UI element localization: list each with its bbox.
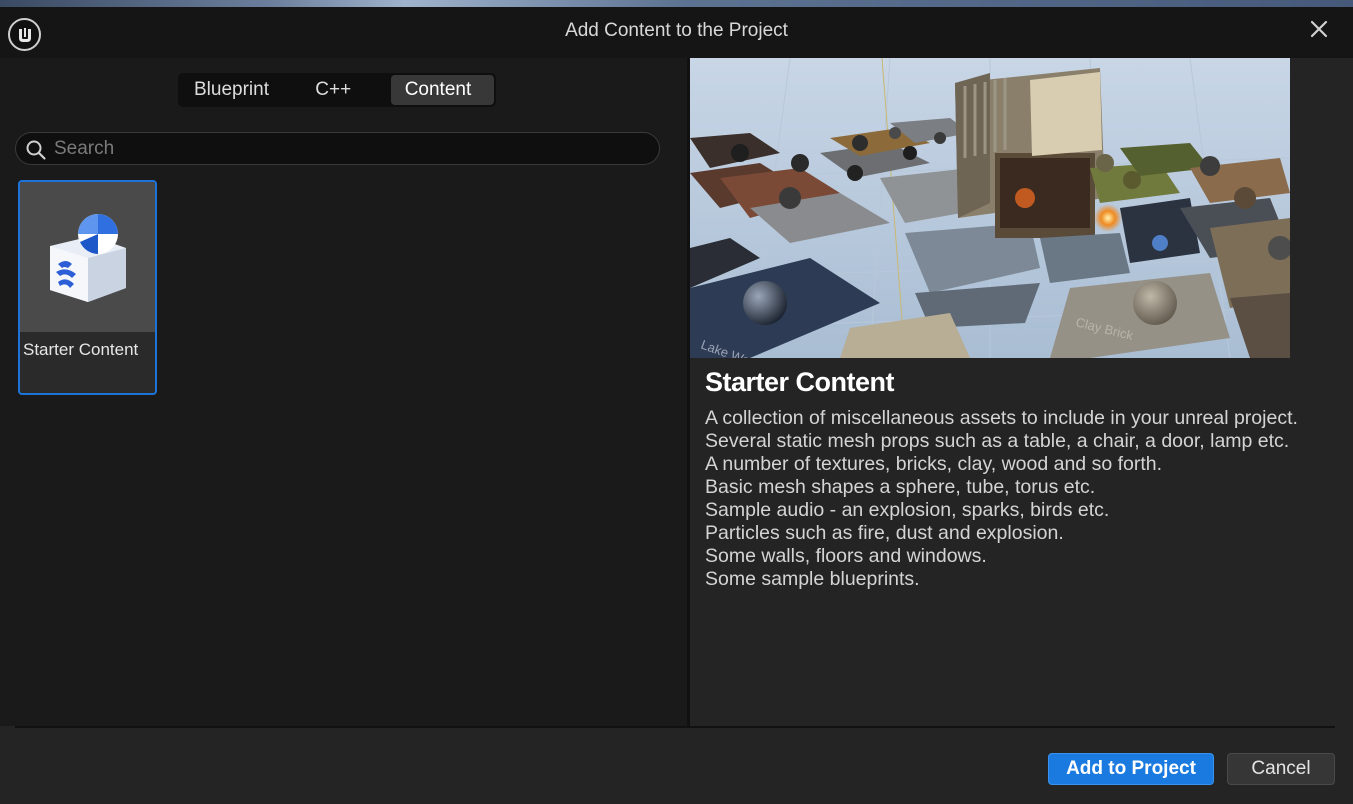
- search-box: [15, 132, 660, 165]
- description-line: Particles such as fire, dust and explosi…: [705, 522, 1064, 544]
- description-line: Some sample blueprints.: [705, 568, 920, 590]
- content-list-pane: Blueprint C++ Content Search Starter Con…: [0, 58, 688, 726]
- title-bar: Add Content to the Project: [0, 7, 1353, 58]
- details-pane: Lake Water Clay Brick Starter Content A …: [690, 58, 1353, 726]
- tab-content[interactable]: Content: [390, 75, 494, 105]
- description-line: Sample audio - an explosion, sparks, bir…: [705, 499, 1110, 521]
- details-title: Starter Content: [705, 367, 895, 397]
- description-line: Basic mesh shapes a sphere, tube, torus …: [705, 476, 1096, 498]
- tile-label: Starter Content: [23, 340, 139, 359]
- tile-thumbnail: [20, 182, 155, 332]
- description-line: A number of textures, bricks, clay, wood…: [705, 453, 1163, 475]
- tab-blueprint[interactable]: Blueprint: [180, 75, 287, 105]
- search-input[interactable]: [54, 135, 644, 162]
- dialog-footer: Add to Project Cancel: [0, 728, 1353, 804]
- tab-cpp[interactable]: C++: [287, 75, 390, 105]
- add-content-dialog: Add Content to the Project Blueprint C++…: [0, 7, 1353, 804]
- cancel-button[interactable]: Cancel: [1227, 753, 1335, 785]
- content-type-tabs: Blueprint C++ Content: [178, 73, 496, 107]
- close-button[interactable]: [1303, 13, 1335, 45]
- content-tile-starter-content[interactable]: Starter Content: [18, 180, 157, 395]
- preview-image: Lake Water Clay Brick: [690, 58, 1290, 358]
- starter-content-icon: [50, 214, 126, 302]
- add-to-project-button[interactable]: Add to Project: [1048, 753, 1214, 785]
- search-icon: [26, 140, 46, 160]
- description-line: Some walls, floors and windows.: [705, 545, 987, 567]
- close-icon: [1310, 20, 1328, 38]
- dialog-title: Add Content to the Project: [565, 20, 788, 41]
- description-line: A collection of miscellaneous assets to …: [705, 407, 1298, 429]
- description-line: Several static mesh props such as a tabl…: [705, 430, 1290, 452]
- details-description: A collection of miscellaneous assets to …: [705, 407, 1335, 591]
